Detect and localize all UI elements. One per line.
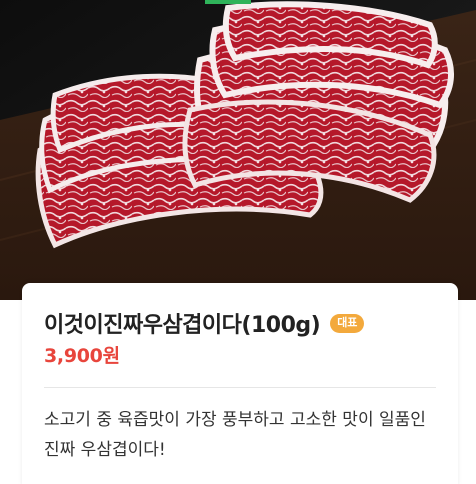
divider xyxy=(44,387,436,388)
product-title: 이것이진짜우삼겹이다(100g) xyxy=(44,313,321,338)
representative-badge: 대표 xyxy=(330,313,365,333)
product-description: 소고기 중 육즙맛이 가장 풍부하고 고소한 맛이 일품인 진짜 우삼겹이다! xyxy=(44,410,426,460)
product-image xyxy=(0,0,476,300)
product-detail-page: 이것이진짜우삼겹이다(100g) 대표 3,900원 소고기 중 육즙맛이 가장… xyxy=(0,0,476,484)
slide-indicator xyxy=(205,0,251,4)
product-info-card: 이것이진짜우삼겹이다(100g) 대표 3,900원 소고기 중 육즙맛이 가장… xyxy=(22,283,458,484)
product-price: 3,900원 xyxy=(44,345,120,367)
title-row: 이것이진짜우삼겹이다(100g) 대표 xyxy=(44,307,365,339)
